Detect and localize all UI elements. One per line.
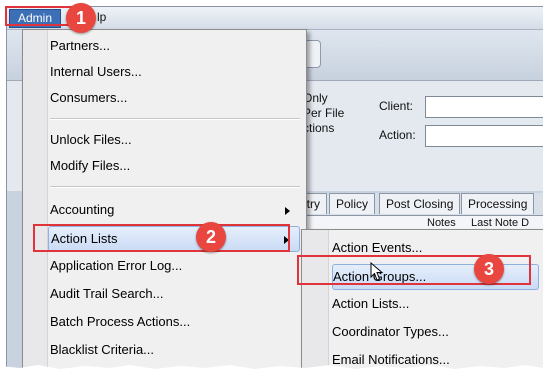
menu-help[interactable]: lp [97, 9, 106, 26]
menu-separator [50, 118, 300, 120]
menu-item-consumers[interactable]: Consumers... [50, 86, 300, 110]
step-2-badge: 2 [196, 222, 226, 252]
menu-item-accounting[interactable]: Accounting [50, 198, 300, 222]
application-window: Admin lp Only Per File ctions Client: Ac… [6, 6, 543, 369]
menu-item-batch-process-actions[interactable]: Batch Process Actions... [50, 310, 300, 334]
menu-gutter [23, 30, 48, 369]
menu-item-modify-files[interactable]: Modify Files... [50, 154, 300, 178]
tab-processing[interactable]: Processing [461, 193, 535, 214]
actions-label: ctions [303, 121, 335, 135]
highlight-admin-menu [5, 6, 73, 26]
admin-menu: Partners... Internal Users... Consumers.… [22, 29, 307, 369]
action-label: Action: [379, 128, 416, 142]
client-field[interactable] [425, 96, 543, 118]
action-lists-submenu: Action Events... Action Groups... Action… [301, 229, 543, 369]
step-1-badge: 1 [66, 3, 96, 33]
tab-strip: ntry Policy Post Closing Processing [287, 193, 543, 216]
menu-separator [50, 186, 300, 188]
submenu-item-action-lists[interactable]: Action Lists... [332, 292, 537, 316]
menu-item-blacklist-criteria[interactable]: Blacklist Criteria... [50, 338, 300, 362]
mouse-pointer-icon [370, 262, 384, 281]
col-last-note[interactable]: Last Note D [471, 216, 529, 230]
tab-post-closing[interactable]: Post Closing [379, 193, 461, 214]
step-3-badge: 3 [474, 254, 504, 284]
submenu-arrow-icon [285, 207, 290, 215]
torn-edge [0, 365, 543, 372]
highlight-action-lists [33, 224, 290, 252]
col-notes[interactable]: Notes [427, 216, 456, 230]
menu-item-partners[interactable]: Partners... [50, 34, 300, 58]
submenu-gutter [302, 230, 329, 369]
submenu-item-coordinator-types[interactable]: Coordinator Types... [332, 320, 537, 344]
menu-item-application-error-log[interactable]: Application Error Log... [50, 254, 300, 278]
tab-policy[interactable]: Policy [329, 193, 376, 214]
action-field[interactable] [425, 125, 543, 147]
per-file-label: Per File [303, 106, 345, 120]
menu-item-internal-users[interactable]: Internal Users... [50, 60, 300, 84]
menu-item-audit-trail-search[interactable]: Audit Trail Search... [50, 282, 300, 306]
menu-item-unlock-files[interactable]: Unlock Files... [50, 128, 300, 152]
client-label: Client: [379, 99, 414, 113]
menu-item-label: Accounting [50, 202, 115, 217]
